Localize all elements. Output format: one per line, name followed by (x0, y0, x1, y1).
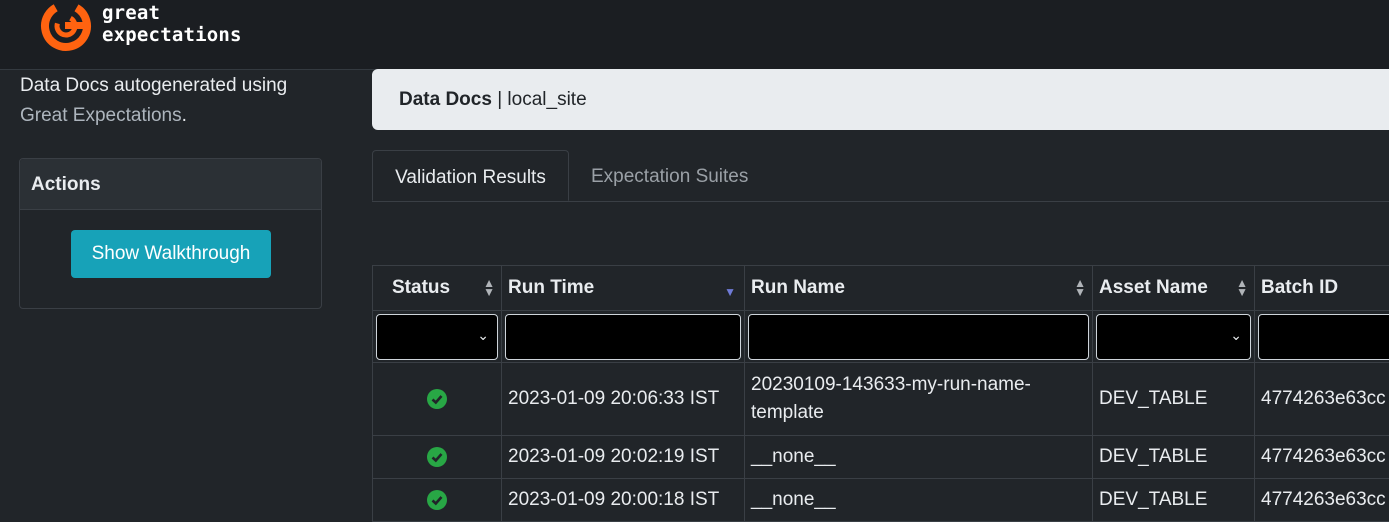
table-row[interactable]: 2023-01-09 20:06:33 IST 20230109-143633-… (373, 363, 1389, 436)
brand-line-2: expectations (102, 24, 242, 46)
chevron-down-icon: ⌄ (1230, 327, 1242, 344)
batch-id-cell: 4774263e63cc (1255, 436, 1389, 479)
sort-icon[interactable]: ▲▼ (1074, 279, 1086, 297)
top-navbar: great expectations (0, 0, 1389, 70)
asset-name-cell: DEV_TABLE (1093, 479, 1255, 522)
run-time-cell: 2023-01-09 20:00:18 IST (502, 479, 745, 522)
asset-name-cell: DEV_TABLE (1093, 363, 1255, 436)
run-time-cell: 2023-01-09 20:02:19 IST (502, 436, 745, 479)
batch-id-filter-input[interactable] (1258, 314, 1389, 360)
status-cell (373, 363, 502, 436)
sort-desc-icon[interactable]: ▼ (724, 285, 736, 299)
run-name-cell: __none__ (745, 436, 1093, 479)
status-cell (373, 479, 502, 522)
description-text: Data Docs autogenerated using (20, 71, 320, 101)
run-time-cell: 2023-01-09 20:06:33 IST (502, 363, 745, 436)
description-suffix: . (182, 105, 187, 126)
table-row[interactable]: 2023-01-09 20:02:19 IST __none__ DEV_TAB… (373, 436, 1389, 479)
batch-id-cell: 4774263e63cc (1255, 363, 1389, 436)
sort-icon[interactable]: ▲▼ (1236, 279, 1248, 297)
actions-title: Actions (20, 159, 321, 210)
column-label-run-time: Run Time (508, 277, 594, 298)
brand-name[interactable]: great expectations (102, 2, 242, 46)
breadcrumb-site: local_site (507, 89, 586, 110)
status-filter-select[interactable]: ⌄ (376, 314, 498, 360)
column-label-run-name: Run Name (751, 277, 845, 298)
check-circle-icon (427, 389, 447, 409)
column-header-run-time[interactable]: Run Time ▼ (502, 266, 745, 311)
breadcrumb: Data Docs | local_site (372, 69, 1389, 130)
run-name-cell: 20230109-143633-my-run-name-template (745, 363, 1093, 436)
asset-name-filter-select[interactable]: ⌄ (1096, 314, 1251, 360)
run-name-filter-input[interactable] (748, 314, 1089, 360)
run-name-cell: __none__ (745, 479, 1093, 522)
brand-line-1: great (102, 2, 242, 24)
status-cell (373, 436, 502, 479)
asset-name-cell: DEV_TABLE (1093, 436, 1255, 479)
table-row[interactable]: 2023-01-09 20:00:18 IST __none__ DEV_TAB… (373, 479, 1389, 522)
show-walkthrough-button[interactable]: Show Walkthrough (71, 230, 271, 278)
breadcrumb-root[interactable]: Data Docs (399, 89, 492, 110)
validation-results-table: Status ▲▼ Run Time ▼ Run Name ▲▼ Asset Name… (372, 265, 1389, 522)
column-header-run-name[interactable]: Run Name ▲▼ (745, 266, 1093, 311)
column-label-batch-id: Batch ID (1261, 277, 1338, 298)
column-label-asset-name: Asset Name (1099, 277, 1208, 298)
great-expectations-logo-icon[interactable] (38, 0, 94, 52)
column-header-batch-id[interactable]: Batch ID (1255, 266, 1389, 311)
check-circle-icon (427, 447, 447, 467)
sidebar-description: Data Docs autogenerated using Great Expe… (20, 71, 320, 131)
chevron-down-icon: ⌄ (477, 327, 489, 344)
run-time-filter-input[interactable] (505, 314, 741, 360)
batch-id-cell: 4774263e63cc (1255, 479, 1389, 522)
filter-row: ⌄ ⌄ (373, 311, 1389, 363)
tab-expectation-suites[interactable]: Expectation Suites (591, 150, 748, 201)
check-circle-icon (427, 490, 447, 510)
column-header-status[interactable]: Status ▲▼ (373, 266, 502, 311)
actions-card: Actions Show Walkthrough (19, 158, 322, 309)
breadcrumb-separator: | (492, 89, 508, 110)
sort-icon[interactable]: ▲▼ (483, 279, 495, 297)
table-header-row: Status ▲▼ Run Time ▼ Run Name ▲▼ Asset Name… (373, 266, 1389, 311)
column-header-asset-name[interactable]: Asset Name ▲▼ (1093, 266, 1255, 311)
great-expectations-link[interactable]: Great Expectations (20, 105, 182, 126)
column-label-status: Status (392, 277, 450, 298)
tab-validation-results[interactable]: Validation Results (372, 150, 569, 201)
tab-bar: Validation Results Expectation Suites (372, 150, 1389, 202)
